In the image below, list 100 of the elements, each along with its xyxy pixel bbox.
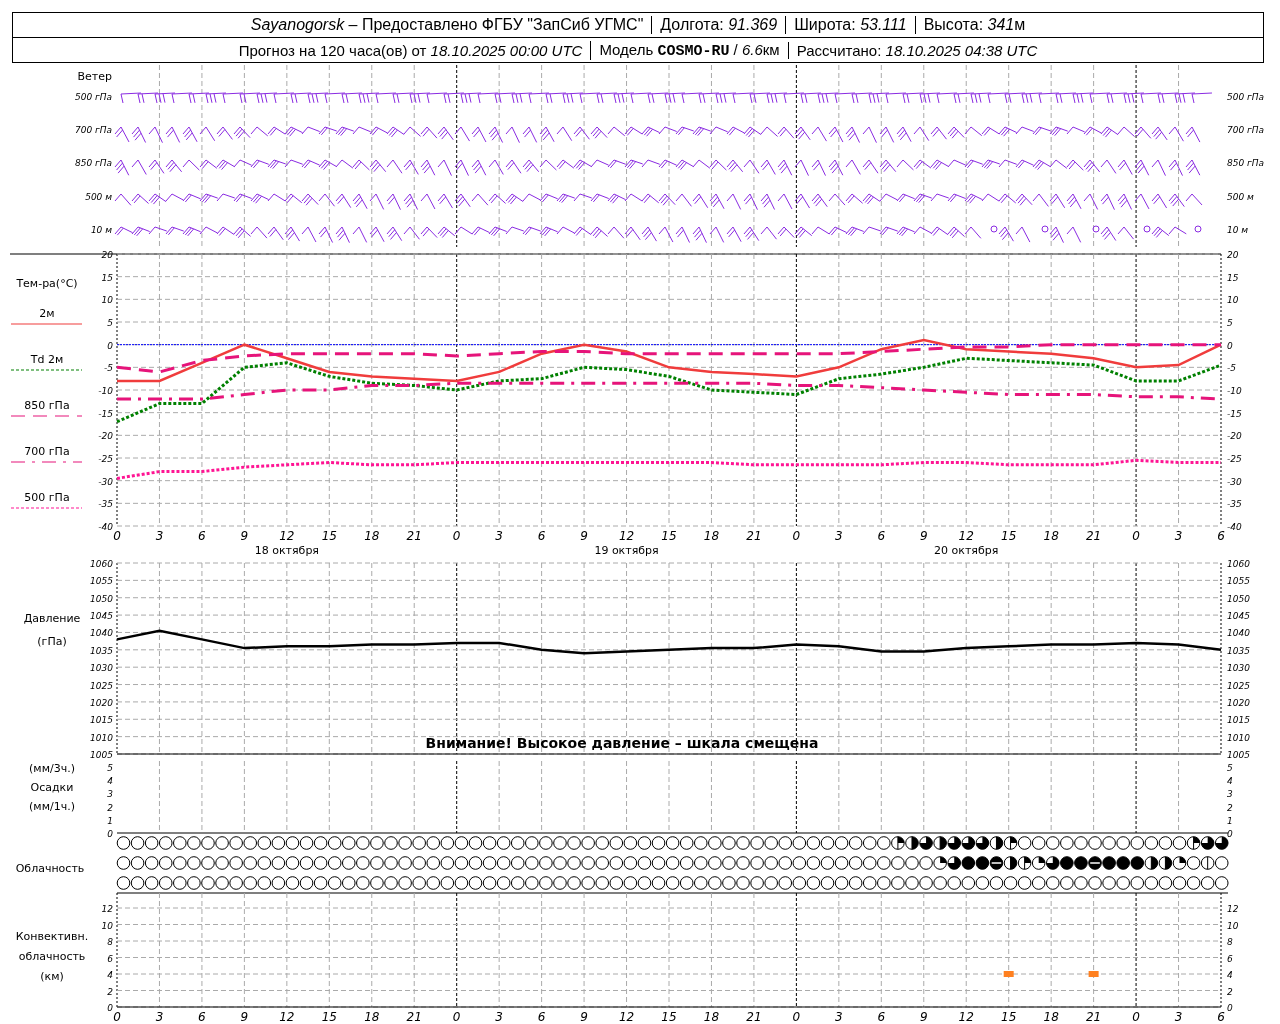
axis-tick-label: 15: [1001, 529, 1017, 543]
axis-tick-label: 0: [113, 1010, 121, 1024]
axis-tick-label: 9: [580, 529, 588, 543]
axis-tick-label: 0: [452, 529, 461, 543]
axis-label: (мм/1ч.): [29, 800, 75, 813]
axis-tick-label: 0: [792, 529, 801, 543]
axis-tick-label: 4: [1227, 970, 1233, 980]
axis-tick-label: 0: [107, 1003, 113, 1013]
axis-tick-label: 6: [877, 1010, 886, 1024]
axis-tick-label: 18: [1043, 1010, 1059, 1024]
legend-label: 850 гПа: [24, 399, 70, 412]
level-label: 700 гПа: [1227, 125, 1265, 135]
axis-tick-label: -30: [98, 476, 113, 487]
axis-tick-label: 1010: [1227, 732, 1250, 743]
axis-label: облачность: [18, 950, 86, 963]
axis-tick-label: 12: [958, 529, 974, 543]
axis-tick-label: 1035: [90, 645, 113, 656]
axis-tick-label: 21: [406, 529, 422, 543]
axis-tick-label: 10: [101, 920, 113, 931]
axis-tick-label: 1020: [1227, 697, 1250, 708]
axis-tick-label: 12: [1227, 904, 1239, 914]
axis-tick-label: 3: [835, 529, 843, 543]
axis-tick-label: 1: [1227, 815, 1233, 826]
axis-tick-label: 20: [101, 250, 113, 260]
axis-tick-label: 12: [958, 1010, 974, 1024]
axis-tick-label: 1060: [90, 559, 113, 569]
axis-tick-label: 1045: [1227, 611, 1250, 622]
axis-tick-label: 1060: [1227, 559, 1250, 569]
axis-tick-label: 3: [155, 1010, 164, 1024]
axis-tick-label: 9: [919, 1010, 928, 1024]
axis-tick-label: 21: [746, 529, 762, 543]
axis-tick-label: 18: [1043, 529, 1059, 543]
axis-tick-label: 0: [452, 1010, 461, 1024]
axis-tick-label: 6: [877, 529, 886, 543]
axis-tick-label: 1050: [90, 593, 113, 604]
axis-tick-label: 15: [321, 529, 337, 543]
axis-tick-label: 5: [1227, 318, 1233, 328]
level-label: 500 гПа: [74, 92, 112, 102]
axis-tick-label: 5: [107, 763, 113, 773]
level-label: 500 м: [1227, 192, 1254, 202]
legend-label: 700 гПа: [24, 445, 70, 458]
axis-tick-label: 1055: [1227, 576, 1250, 587]
axis-tick-label: 1040: [1227, 628, 1250, 639]
axis-tick-label: 3: [495, 1010, 503, 1024]
axis-tick-label: 12: [618, 1010, 635, 1024]
level-label: 10 м: [1227, 225, 1249, 235]
axis-tick-label: -5: [104, 363, 113, 374]
axis-tick-label: 18: [703, 1010, 720, 1024]
legend-label: 2м: [39, 307, 55, 320]
axis-tick-label: -10: [1227, 386, 1242, 396]
axis-tick-label: 6: [1227, 953, 1233, 964]
header-text: Рассчитано: 18.10.2025 04:38 UTC: [787, 41, 1046, 59]
axis-label: (мм/3ч.): [29, 762, 75, 775]
axis-tick-label: 3: [107, 789, 113, 800]
axis-tick-label: 12: [618, 529, 635, 543]
axis-tick-label: 0: [1227, 1003, 1233, 1013]
axis-tick-label: 21: [406, 1010, 422, 1024]
axis-tick-label: 15: [101, 272, 113, 283]
level-label: 850 гПа: [1227, 158, 1265, 168]
axis-tick-label: 8: [1227, 937, 1233, 947]
level-label: 700 гПа: [74, 125, 112, 135]
axis-tick-label: 0: [1132, 1010, 1140, 1024]
axis-label: Осадки: [30, 781, 74, 794]
axis-tick-label: 21: [746, 1010, 762, 1024]
axis-tick-label: 1030: [1227, 663, 1250, 674]
axis-tick-label: -20: [98, 431, 113, 442]
axis-tick-label: 4: [107, 776, 113, 787]
header-text: Высота: 341м: [914, 16, 1034, 34]
axis-tick-label: 1045: [90, 611, 113, 622]
axis-tick-label: 3: [495, 529, 503, 543]
header-text: Долгота: 91.369: [651, 16, 786, 34]
axis-tick-label: 18: [364, 1010, 380, 1024]
axis-tick-label: 1015: [90, 715, 113, 726]
header-text: Прогноз на 120 часа(ов) от 18.10.2025 00:00 UTC: [237, 41, 584, 59]
axis-tick-label: 6: [1217, 529, 1225, 543]
axis-tick-label: 0: [107, 829, 113, 839]
axis-tick-label: 10: [1227, 295, 1239, 306]
date-label: 19 октября: [594, 544, 659, 557]
axis-tick-label: 0: [107, 340, 113, 351]
axis-tick-label: 18: [703, 529, 720, 543]
warning-text: Внимание! Высокое давление – шкала смещена: [425, 735, 819, 751]
axis-tick-label: 9: [919, 529, 928, 543]
axis-tick-label: 15: [1001, 1010, 1017, 1024]
axis-tick-label: 6: [198, 529, 206, 543]
axis-tick-label: 12: [101, 904, 113, 914]
axis-tick-label: 0: [1227, 340, 1233, 351]
axis-tick-label: 1025: [90, 680, 113, 691]
axis-tick-label: 2: [1227, 986, 1233, 997]
axis-tick-label: 10: [101, 295, 113, 306]
header-text: Модель COSMO-RU / 6.6км: [590, 40, 788, 60]
axis-tick-label: 9: [580, 1010, 588, 1024]
axis-tick-label: -35: [98, 499, 113, 510]
axis-tick-label: 3: [1174, 529, 1183, 543]
axis-tick-label: 5: [1227, 763, 1233, 773]
axis-tick-label: 4: [107, 970, 113, 980]
axis-tick-label: 6: [198, 1010, 206, 1024]
axis-tick-label: 1055: [90, 576, 113, 587]
axis-tick-label: -40: [98, 522, 113, 532]
axis-tick-label: 0: [1132, 529, 1140, 543]
axis-tick-label: -35: [1227, 499, 1242, 510]
